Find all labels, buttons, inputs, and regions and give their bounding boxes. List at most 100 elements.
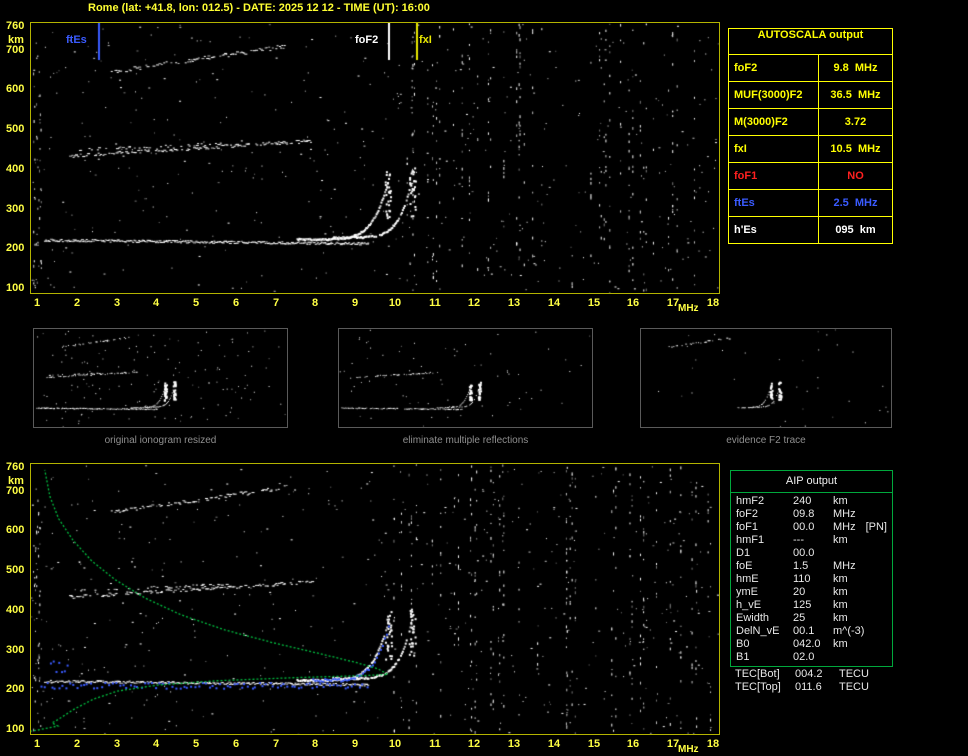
aip-unit: km (833, 495, 848, 508)
page-title: Rome (lat: +41.8, lon: 012.5) - DATE: 20… (88, 2, 430, 14)
aip-param: hmF2 (736, 495, 793, 508)
aip-value: 20 (793, 586, 833, 599)
autoscala-value: 095 km (819, 217, 892, 243)
autoscala-row: M(3000)F23.72 (729, 109, 892, 136)
y-axis-unit-label: km (8, 475, 24, 487)
aip-extra-flag: [PN] (866, 521, 887, 534)
bottom-ionogram-canvas (30, 463, 720, 735)
aip-param: ymE (736, 586, 793, 599)
x-tick-label: 2 (67, 738, 87, 750)
autoscala-output-table: AUTOSCALA output foF29.8 MHzMUF(3000)F23… (728, 28, 893, 244)
y-tick-label: 760 (6, 461, 24, 473)
autoscala-param: foF1 (729, 163, 819, 189)
autoscala-screen: Rome (lat: +41.8, lon: 012.5) - DATE: 20… (0, 0, 968, 755)
aip-row: Ewidth25km (731, 612, 892, 625)
thumbnail-caption-original: original ionogram resized (33, 435, 288, 446)
x-axis-unit-label: MHz (678, 744, 699, 756)
x-tick-label: 4 (146, 297, 166, 309)
y-tick-label: 300 (6, 203, 24, 215)
x-tick-label: 2 (67, 297, 87, 309)
x-tick-label: 8 (305, 738, 325, 750)
tec-row: TEC[Top]011.6TECU (735, 681, 890, 694)
aip-param: D1 (736, 547, 793, 560)
x-tick-label: 4 (146, 738, 166, 750)
aip-row: B102.0 (731, 651, 892, 664)
autoscala-row: foF1NO (729, 163, 892, 190)
autoscala-value: 9.8 MHz (819, 55, 892, 81)
x-tick-label: 8 (305, 297, 325, 309)
thumbnail-caption-eliminate: eliminate multiple reflections (338, 435, 593, 446)
aip-param: hmE (736, 573, 793, 586)
autoscala-param: fxI (729, 136, 819, 162)
tec-row: TEC[Bot]004.2TECU (735, 668, 890, 681)
thumbnail-original-ionogram (33, 328, 288, 428)
x-tick-label: 1 (27, 297, 47, 309)
aip-row: foF209.8MHz (731, 508, 892, 521)
aip-value: 09.8 (793, 508, 833, 521)
x-tick-label: 13 (504, 297, 524, 309)
tec-value: 004.2 (795, 668, 839, 681)
aip-value: 125 (793, 599, 833, 612)
aip-unit: km (833, 573, 848, 586)
tec-rows: TEC[Bot]004.2TECUTEC[Top]011.6TECU (735, 668, 890, 694)
x-tick-label: 11 (425, 738, 445, 750)
x-tick-label: 12 (464, 738, 484, 750)
aip-row: B0042.0km (731, 638, 892, 651)
autoscala-value: 36.5 MHz (819, 82, 892, 108)
aip-param: foF1 (736, 521, 793, 534)
autoscala-row: h'Es095 km (729, 217, 892, 243)
aip-param: h_vE (736, 599, 793, 612)
aip-param: B0 (736, 638, 793, 651)
aip-row: h_vE125km (731, 599, 892, 612)
aip-value: 00.1 (793, 625, 833, 638)
aip-value: 110 (793, 573, 833, 586)
top-ionogram-canvas (30, 22, 720, 294)
aip-row: foE1.5MHz (731, 560, 892, 573)
autoscala-value: 2.5 MHz (819, 190, 892, 216)
aip-row: D100.0 (731, 547, 892, 560)
autoscala-row: foF29.8 MHz (729, 55, 892, 82)
aip-value: 25 (793, 612, 833, 625)
y-tick-label: 400 (6, 163, 24, 175)
aip-value: 1.5 (793, 560, 833, 573)
aip-unit: km (833, 612, 848, 625)
x-tick-label: 13 (504, 738, 524, 750)
aip-unit: km (833, 534, 848, 547)
y-tick-label: 600 (6, 83, 24, 95)
x-tick-label: 14 (544, 738, 564, 750)
x-tick-label: 3 (107, 738, 127, 750)
x-tick-label: 6 (226, 738, 246, 750)
aip-row: hmF1---km (731, 534, 892, 547)
aip-table-rows: hmF2240kmfoF209.8MHzfoF100.0MHz[PN]hmF1-… (731, 493, 892, 666)
aip-param: Ewidth (736, 612, 793, 625)
aip-value: 240 (793, 495, 833, 508)
aip-row: hmF2240km (731, 495, 892, 508)
x-tick-label: 9 (345, 297, 365, 309)
aip-unit: km (833, 599, 848, 612)
thumbnail-f2-trace-evidence (640, 328, 892, 428)
y-tick-label: 100 (6, 723, 24, 735)
thumbnail-caption-evidence: evidence F2 trace (640, 435, 892, 446)
x-tick-label: 18 (703, 297, 723, 309)
aip-table-title: AIP output (731, 471, 892, 493)
autoscala-row: ftEs2.5 MHz (729, 190, 892, 217)
autoscala-param: foF2 (729, 55, 819, 81)
y-tick-label: 100 (6, 282, 24, 294)
y-tick-label: 200 (6, 242, 24, 254)
autoscala-row: MUF(3000)F236.5 MHz (729, 82, 892, 109)
x-tick-label: 9 (345, 738, 365, 750)
aip-param: foF2 (736, 508, 793, 521)
x-tick-label: 15 (584, 738, 604, 750)
aip-unit: km (833, 638, 848, 651)
y-tick-label: 300 (6, 644, 24, 656)
tec-value: 011.6 (795, 681, 839, 694)
x-tick-label: 5 (186, 738, 206, 750)
autoscala-value: 3.72 (819, 109, 892, 135)
aip-value: 00.0 (793, 521, 833, 534)
aip-row: foF100.0MHz[PN] (731, 521, 892, 534)
aip-param: hmF1 (736, 534, 793, 547)
aip-row: ymE20km (731, 586, 892, 599)
aip-value: --- (793, 534, 833, 547)
autoscala-param: ftEs (729, 190, 819, 216)
x-tick-label: 3 (107, 297, 127, 309)
